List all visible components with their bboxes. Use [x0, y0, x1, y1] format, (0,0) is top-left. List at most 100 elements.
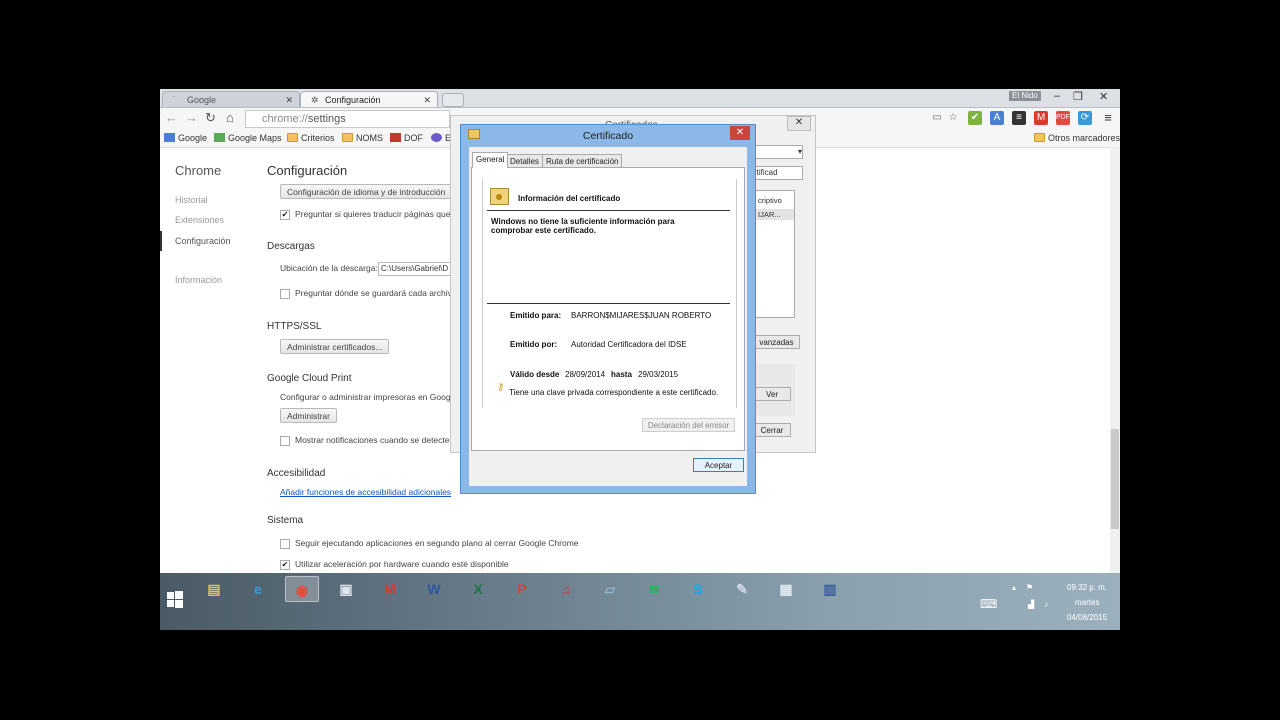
valid-from-label: Válido desde: [510, 370, 560, 379]
powerpoint-icon[interactable]: P: [505, 576, 539, 602]
reload-icon[interactable]: ↻: [205, 110, 216, 126]
chrome-glyph: ◉: [295, 582, 309, 598]
menu-icon[interactable]: ≡: [1101, 111, 1115, 125]
calculator-icon[interactable]: ▦: [769, 576, 803, 602]
tab-close-icon[interactable]: ✕: [285, 92, 293, 108]
manage-certificates-button[interactable]: Administrar certificados...: [280, 339, 390, 354]
background-apps-checkbox[interactable]: [280, 539, 290, 549]
scrollbar-thumb[interactable]: [1111, 429, 1119, 529]
notes-icon[interactable]: ▱: [593, 576, 627, 602]
bookmark-noms[interactable]: NOMS: [342, 132, 383, 145]
show-hidden-icons[interactable]: ▴: [1012, 583, 1016, 592]
volume-icon[interactable]: ♪: [1044, 600, 1048, 609]
sidebar-selection-marker: [160, 231, 162, 251]
advanced-options-button[interactable]: vanzadas: [753, 335, 800, 349]
close-certificates-button[interactable]: Cerrar: [753, 423, 791, 437]
sidebar-item-extensiones[interactable]: Extensiones: [175, 215, 224, 225]
page-action-icon[interactable]: ▭: [930, 111, 944, 125]
save-disk-icon[interactable]: ▥: [813, 576, 847, 602]
translate-icon[interactable]: A: [990, 111, 1004, 125]
maps-icon: [214, 133, 225, 142]
home-icon[interactable]: ⌂: [226, 110, 234, 125]
certificate-row[interactable]: IJAR...: [754, 209, 794, 220]
clock-time[interactable]: 09:32 p. m.: [1067, 583, 1107, 592]
other-bookmarks[interactable]: Otros marcadores: [1034, 132, 1120, 145]
tab-label: Google: [187, 95, 217, 105]
accessibility-link[interactable]: Añadir funciones de accesibilidad adicio…: [280, 487, 451, 497]
minimize-button[interactable]: ‒: [1054, 90, 1060, 102]
bookmark-label: NOMS: [356, 133, 383, 143]
sidebar-item-configuracion[interactable]: Configuración: [175, 236, 231, 246]
pdf-icon[interactable]: PDF: [1056, 111, 1070, 125]
back-arrow-icon[interactable]: ←: [165, 110, 178, 125]
manage-printers-button[interactable]: Administrar: [280, 408, 337, 423]
certificates-close-button[interactable]: ✕: [787, 116, 811, 131]
hardware-acceleration-checkbox[interactable]: ✔: [280, 560, 290, 570]
forward-arrow-icon[interactable]: →: [185, 110, 198, 125]
purpose-dropdown[interactable]: ▾: [753, 145, 803, 159]
download-location-field[interactable]: C:\Users\Gabriel\D: [378, 262, 454, 276]
translate-checkbox[interactable]: ✔: [280, 210, 290, 220]
certificates-tab-fragment[interactable]: rtificad: [753, 166, 803, 180]
bookmark-google[interactable]: Google: [164, 132, 207, 145]
tab-label: Configuración: [325, 95, 381, 105]
close-window-button[interactable]: ✕: [1099, 90, 1108, 103]
gmail-icon[interactable]: M: [373, 576, 407, 602]
save-disk-glyph: ▥: [823, 581, 837, 597]
clock-day[interactable]: martes: [1075, 598, 1099, 607]
ask-download-checkbox[interactable]: [280, 289, 290, 299]
bookmark-dof[interactable]: DOF: [390, 132, 423, 145]
new-tab-button[interactable]: [442, 93, 464, 107]
tab-general[interactable]: General: [472, 152, 509, 168]
bookmark-e[interactable]: E: [431, 132, 451, 145]
bookmark-star-icon[interactable]: ☆: [946, 111, 960, 125]
internet-explorer-icon[interactable]: e: [241, 576, 275, 602]
maximize-button[interactable]: ❐: [1073, 90, 1083, 103]
bookmark-google-maps[interactable]: Google Maps: [214, 132, 282, 145]
download-location-label: Ubicación de la descarga:: [280, 263, 378, 273]
view-certificate-button[interactable]: Ver: [753, 387, 791, 401]
itunes-glyph: ♫: [560, 581, 572, 597]
google-icon: [164, 133, 175, 142]
sync-icon[interactable]: ⟳: [1078, 111, 1092, 125]
profile-button[interactable]: El Nido: [1009, 91, 1041, 101]
layers-icon[interactable]: ≡: [1012, 111, 1026, 125]
close-icon[interactable]: ✕: [730, 126, 750, 140]
page-scrollbar[interactable]: [1110, 147, 1120, 573]
printer-notify-checkbox[interactable]: [280, 436, 290, 446]
certificates-list[interactable]: criptivo IJAR...: [753, 190, 795, 318]
word-icon[interactable]: W: [417, 576, 451, 602]
chrome-icon[interactable]: ◉: [285, 576, 319, 602]
word-glyph: W: [427, 581, 441, 597]
keyboard-icon[interactable]: ⌨: [980, 597, 997, 611]
tab-settings[interactable]: ✲ Configuración ✕: [300, 91, 438, 107]
action-center-icon[interactable]: ⚑: [1026, 583, 1033, 592]
excel-glyph: X: [473, 581, 483, 597]
certificate-dialog: Certificado ✕ General Detalles Ruta de c…: [460, 124, 756, 494]
tab-detalles[interactable]: Detalles: [506, 154, 543, 168]
address-bar[interactable]: chrome://settings: [245, 110, 450, 128]
tab-google[interactable]: ˙ Google ✕: [162, 91, 300, 107]
tab-ruta-certificacion[interactable]: Ruta de certificación: [542, 154, 623, 168]
gmail-icon[interactable]: M: [1034, 111, 1048, 125]
network-icon[interactable]: ▟: [1028, 600, 1034, 609]
internet-explorer-glyph: e: [254, 581, 262, 597]
sidebar-item-historial[interactable]: Historial: [175, 195, 208, 205]
skype-icon[interactable]: S: [681, 576, 715, 602]
powerpoint-glyph: P: [517, 581, 527, 597]
language-settings-button[interactable]: Configuración de idioma y de introducció…: [280, 184, 455, 199]
clock-date[interactable]: 04/08/2015: [1067, 613, 1107, 622]
ok-button[interactable]: Aceptar: [693, 458, 744, 472]
tab-close-icon[interactable]: ✕: [423, 92, 431, 108]
dof-icon: [390, 133, 401, 142]
issuer-statement-button[interactable]: Declaración del emisor: [642, 418, 735, 432]
file-explorer-icon[interactable]: ▤: [197, 576, 231, 602]
itunes-icon[interactable]: ♫: [549, 576, 583, 602]
excel-icon[interactable]: X: [461, 576, 495, 602]
paint-icon[interactable]: ✎: [725, 576, 759, 602]
sidebar-item-informacion[interactable]: Información: [175, 275, 222, 285]
app-window-icon[interactable]: ▣: [329, 576, 363, 602]
spotify-icon[interactable]: ≋: [637, 576, 671, 602]
extension-icon[interactable]: ✔: [968, 111, 982, 125]
bookmark-criterios[interactable]: Criterios: [287, 132, 335, 145]
